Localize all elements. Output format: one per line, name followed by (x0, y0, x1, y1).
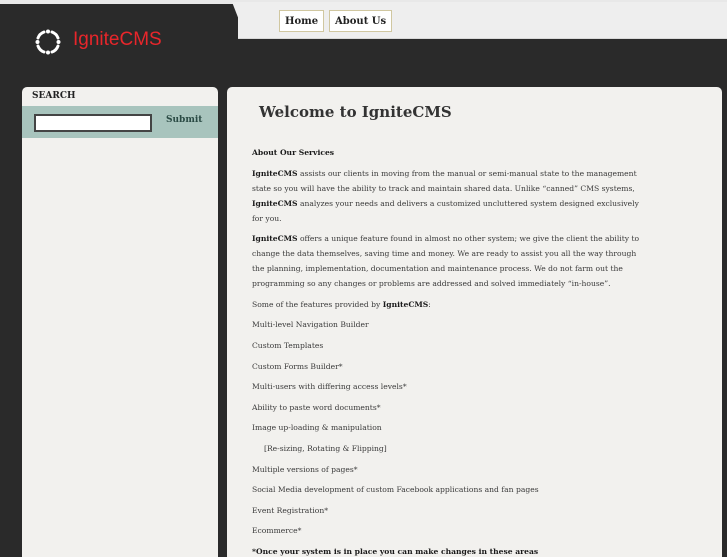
footnote: *Once your system is in place you can ma… (252, 546, 539, 556)
feature-item: Ability to paste word documents* (252, 402, 381, 412)
feature-item: Custom Templates (252, 340, 324, 350)
feature-item: Multiple versions of pages* (252, 464, 358, 474)
services-paragraph-1: IgniteCMS assists our clients in moving … (252, 168, 639, 223)
nav-home-button[interactable]: Home (279, 10, 325, 32)
search-input[interactable] (34, 114, 152, 132)
section-heading: About Our Services (252, 148, 335, 157)
feature-item: Image up-loading & manipulation (252, 423, 382, 433)
feature-item: Multi-level Navigation Builder (252, 320, 369, 330)
search-heading: SEARCH (32, 91, 76, 101)
main-content-panel: Welcome to IgniteCMS About Our Services … (227, 87, 722, 557)
article-body: About Our Services IgniteCMS assists our… (252, 145, 650, 557)
submit-button[interactable]: Submit (166, 115, 202, 125)
page-title: Welcome to IgniteCMS (259, 103, 452, 121)
ignite-logo-icon (35, 29, 61, 55)
services-paragraph-2: IgniteCMS offers a unique feature found … (252, 234, 640, 289)
search-bar: Submit (22, 106, 218, 138)
feature-item: Custom Forms Builder* (252, 361, 343, 371)
features-intro: Some of the features provided by IgniteC… (252, 299, 431, 309)
sidebar: SEARCH Submit (22, 87, 218, 557)
nav-about-us-button[interactable]: About Us (329, 10, 393, 32)
feature-item: Social Media development of custom Faceb… (252, 485, 539, 495)
feature-item: Ecommerce* (252, 526, 302, 536)
feature-item: Event Registration* (252, 505, 329, 515)
logo-text[interactable]: IgniteCMS (73, 29, 162, 51)
nav-strip-corner (232, 2, 246, 38)
feature-item-detail: [Re-sizing, Rotating & Flipping] (264, 443, 387, 453)
feature-item: Multi-users with differing access levels… (252, 382, 407, 392)
